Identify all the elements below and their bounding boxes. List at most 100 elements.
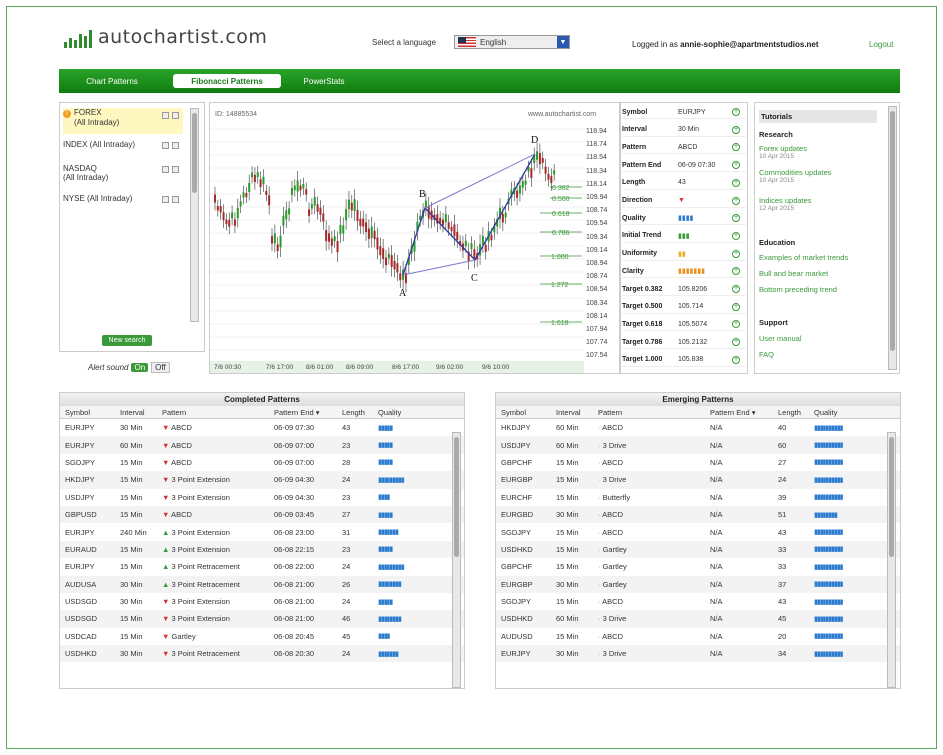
edu-link-bull-bear[interactable]: Bull and bear market bbox=[759, 269, 828, 278]
table-row[interactable]: USDSGD 15 Min ▼ 3 Point Extension 06-08 21:… bbox=[60, 610, 464, 628]
delete-icon[interactable] bbox=[172, 166, 179, 173]
table-row[interactable]: HKDJPY 15 Min ▼ 3 Point Extension 06-09 04:… bbox=[60, 471, 464, 489]
tab-powerstats[interactable]: PowerStats bbox=[293, 74, 355, 88]
table-row[interactable]: USDHKD 60 Min · 3 Drive N/A 45 ▮▮▮▮▮▮▮▮▮▮ bbox=[496, 610, 900, 628]
add-icon[interactable]: + bbox=[732, 161, 740, 170]
add-icon[interactable]: + bbox=[732, 338, 740, 347]
quality-bar: ▮▮▮▮▮ bbox=[378, 546, 393, 554]
scroll-thumb[interactable] bbox=[889, 437, 894, 557]
candle-body bbox=[447, 222, 450, 229]
table-row[interactable]: EURGBP 15 Min · 3 Drive N/A 24 ▮▮▮▮▮▮▮▮▮▮ bbox=[496, 471, 900, 489]
add-icon[interactable]: + bbox=[732, 125, 740, 134]
table-cell: 23 bbox=[342, 544, 351, 554]
pattern-name: ABCD bbox=[600, 457, 624, 467]
table-cell: GBPCHF bbox=[501, 457, 533, 467]
delete-icon[interactable] bbox=[172, 196, 179, 203]
column-header: Pattern bbox=[162, 407, 187, 417]
candle-body bbox=[387, 253, 390, 259]
candle-body bbox=[259, 179, 262, 188]
new-search-button[interactable]: New search bbox=[102, 335, 152, 346]
logout-link[interactable]: Logout bbox=[869, 40, 893, 49]
table-row[interactable]: SGDJPY 15 Min · ABCD N/A 43 ▮▮▮▮▮▮▮▮▮▮ bbox=[496, 593, 900, 610]
delete-icon[interactable] bbox=[172, 112, 179, 119]
table-row[interactable]: SGDJPY 15 Min · ABCD N/A 43 ▮▮▮▮▮▮▮▮▮▮ bbox=[496, 523, 900, 540]
tab-fibonacci-patterns[interactable]: Fibonacci Patterns bbox=[173, 74, 281, 88]
table-row[interactable]: GBPCHF 15 Min · Gartley N/A 33 ▮▮▮▮▮▮▮▮▮▮ bbox=[496, 558, 900, 575]
quality-bar: ▮▮▮▮▮▮▮▮ bbox=[814, 511, 838, 519]
table-row[interactable]: EURCHF 15 Min · Butterfly N/A 39 ▮▮▮▮▮▮▮▮▮▮ bbox=[496, 489, 900, 506]
table-row[interactable]: USDHKD 30 Min ▼ 3 Point Retracement 06-08 2… bbox=[60, 645, 464, 663]
table-row[interactable]: EURJPY 240 Min ▲ 3 Point Extension 06-08 23… bbox=[60, 523, 464, 540]
table-row[interactable]: USDHKD 15 Min · Gartley N/A 33 ▮▮▮▮▮▮▮▮▮▮ bbox=[496, 540, 900, 559]
table-row[interactable]: USDCAD 15 Min ▼ Gartley 06-08 20:45 45 ▮▮▮▮ bbox=[60, 628, 464, 645]
table-row[interactable]: GBPUSD 15 Min ▼ ABCD 06-09 03:45 27 ▮▮▮▮▮ bbox=[60, 505, 464, 524]
table-row[interactable]: EURJPY 30 Min · 3 Drive N/A 34 ▮▮▮▮▮▮▮▮▮▮ bbox=[496, 645, 900, 663]
table-row[interactable]: USDJPY 60 Min · 3 Drive N/A 60 ▮▮▮▮▮▮▮▮▮▮ bbox=[496, 436, 900, 454]
table-row[interactable]: AUDUSD 15 Min · ABCD N/A 20 ▮▮▮▮▮▮▮▮▮▮ bbox=[496, 628, 900, 645]
add-icon[interactable]: + bbox=[732, 302, 740, 311]
language-select[interactable]: English ▼ bbox=[454, 35, 570, 49]
candle-body bbox=[504, 212, 507, 218]
table-row[interactable]: AUDUSA 30 Min ▲ 3 Point Retracement 06-08 2… bbox=[60, 575, 464, 593]
edit-icon[interactable] bbox=[162, 196, 169, 203]
table-row[interactable]: USDJPY 15 Min ▼ 3 Point Extension 06-09 04:… bbox=[60, 489, 464, 506]
forex-updates-link[interactable]: Forex updates bbox=[759, 144, 807, 153]
table-row[interactable]: SGDJPY 15 Min ▼ ABCD 06-09 07:00 28 ▮▮▮▮▮ bbox=[60, 454, 464, 471]
add-icon[interactable]: + bbox=[732, 214, 740, 223]
table-cell: 15 Min bbox=[120, 562, 143, 572]
delete-icon[interactable] bbox=[172, 142, 179, 149]
indices-updates-link[interactable]: Indices updates bbox=[759, 196, 812, 205]
table-cell: 06-09 07:00 bbox=[274, 440, 315, 450]
table-cell: 06-08 22:15 bbox=[274, 544, 315, 554]
add-icon[interactable]: + bbox=[732, 108, 740, 116]
column-header[interactable]: Pattern End ▾ bbox=[705, 408, 773, 417]
add-icon[interactable]: + bbox=[732, 143, 740, 152]
detail-row: Target 0.618 105.5074 + bbox=[622, 318, 746, 332]
autochartist-logo[interactable]: autochartist.com bbox=[64, 18, 267, 48]
table-row[interactable]: EURGBD 30 Min · ABCD N/A 51 ▮▮▮▮▮▮▮▮ bbox=[496, 505, 900, 524]
add-icon[interactable]: + bbox=[732, 249, 740, 258]
alert-off-button[interactable]: Off bbox=[151, 362, 170, 373]
add-icon[interactable]: + bbox=[732, 196, 740, 205]
table-row[interactable]: EURAUD 15 Min ▲ 3 Point Extension 06-08 22:… bbox=[60, 540, 464, 559]
add-icon[interactable]: + bbox=[732, 231, 740, 240]
add-icon[interactable]: + bbox=[732, 320, 740, 329]
table-cell: · Gartley bbox=[593, 545, 705, 554]
edu-link-trends[interactable]: Examples of market trends bbox=[759, 253, 848, 262]
table-row[interactable]: HKDJPY 60 Min · ABCD N/A 40 ▮▮▮▮▮▮▮▮▮▮ bbox=[496, 419, 900, 436]
alert-on-button[interactable]: On bbox=[131, 363, 149, 372]
table-row[interactable]: EURJPY 15 Min ▲ 3 Point Retracement 06-08 2… bbox=[60, 558, 464, 575]
price-chart[interactable]: D B A C bbox=[210, 125, 584, 361]
table-cell: 06-08 23:00 bbox=[274, 527, 315, 537]
commodities-updates-link[interactable]: Commodities updates bbox=[759, 168, 832, 177]
edit-icon[interactable] bbox=[162, 166, 169, 173]
edu-link-bottom[interactable]: Bottom preceding trend bbox=[759, 285, 837, 294]
chevron-down-icon[interactable]: ▼ bbox=[557, 36, 569, 48]
scroll-thumb[interactable] bbox=[192, 113, 197, 193]
add-icon[interactable]: + bbox=[732, 355, 740, 364]
add-icon[interactable]: + bbox=[732, 267, 740, 276]
tab-chart-patterns[interactable]: Chart Patterns bbox=[75, 74, 149, 88]
edit-icon[interactable] bbox=[162, 142, 169, 149]
market-list-scrollbar[interactable] bbox=[190, 108, 199, 322]
table-row[interactable]: EURGBP 30 Min · Gartley N/A 37 ▮▮▮▮▮▮▮▮▮▮ bbox=[496, 575, 900, 593]
scroll-thumb[interactable] bbox=[454, 437, 459, 557]
emerging-scrollbar[interactable] bbox=[887, 432, 896, 688]
candle-body bbox=[521, 181, 524, 188]
table-row[interactable]: EURJPY 30 Min ▼ ABCD 06-09 07:30 43 ▮▮▮▮▮ bbox=[60, 419, 464, 436]
completed-scrollbar[interactable] bbox=[452, 432, 461, 688]
add-icon[interactable]: + bbox=[732, 178, 740, 187]
table-row[interactable]: GBPCHF 15 Min · ABCD N/A 27 ▮▮▮▮▮▮▮▮▮▮ bbox=[496, 454, 900, 471]
candle-body bbox=[225, 219, 228, 225]
user-manual-link[interactable]: User manual bbox=[759, 334, 802, 343]
faq-link[interactable]: FAQ bbox=[759, 350, 774, 359]
edit-icon[interactable] bbox=[162, 112, 169, 119]
pattern-name: ABCD bbox=[169, 510, 192, 520]
table-cell: EURJPY bbox=[65, 440, 95, 450]
table-row[interactable]: EURJPY 60 Min ▼ ABCD 06-09 07:00 23 ▮▮▮▮▮ bbox=[60, 436, 464, 454]
scroll-thumb[interactable] bbox=[890, 111, 895, 351]
add-icon[interactable]: + bbox=[732, 285, 740, 293]
column-header[interactable]: Pattern End ▾ bbox=[269, 408, 337, 417]
table-row[interactable]: USDSGD 30 Min ▼ 3 Point Extension 06-08 21:… bbox=[60, 593, 464, 610]
tutorials-scrollbar[interactable] bbox=[888, 106, 897, 370]
